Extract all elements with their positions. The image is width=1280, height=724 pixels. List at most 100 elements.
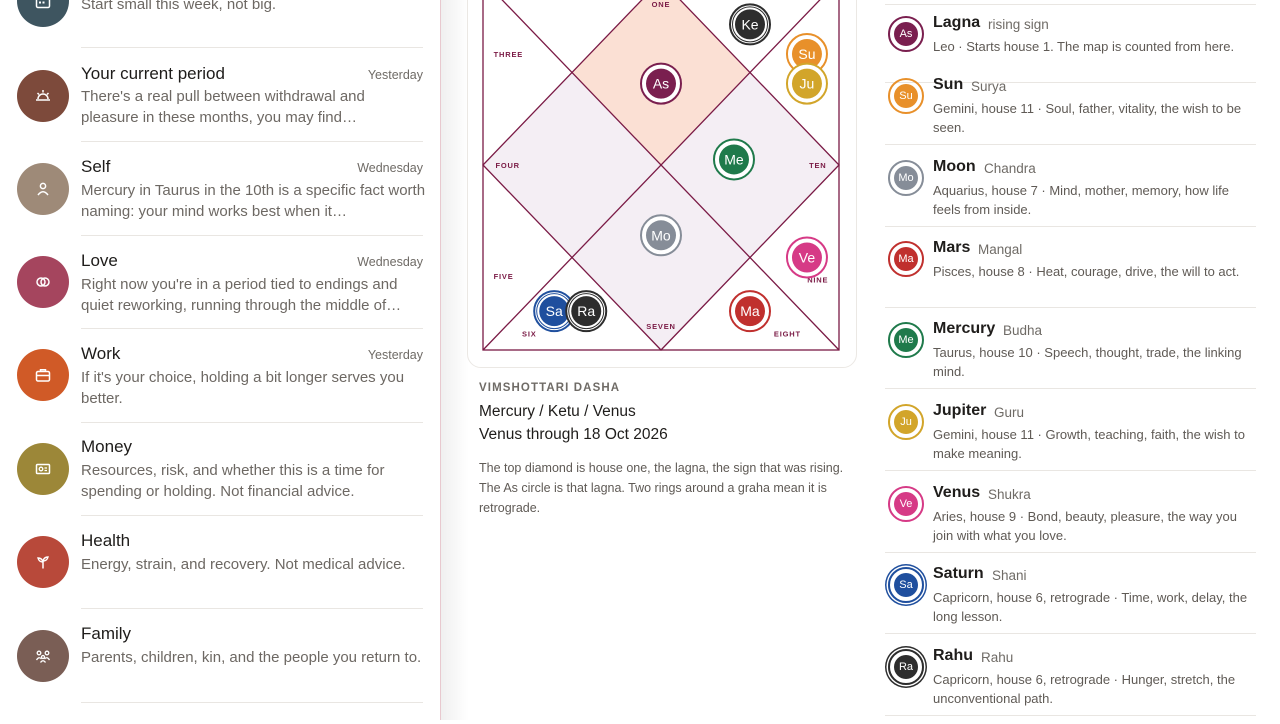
topic-period-body: There's a real pull between withdrawal a… bbox=[81, 88, 365, 126]
graha-description: Capricorn, house 6, retrograde · Hunger,… bbox=[933, 672, 1236, 706]
birth-chart: ONETWOTHREEFOURFIVESIXSEVENEIGHTNINETENE… bbox=[482, 0, 840, 351]
topic-money-body: Resources, risk, and whether this is a t… bbox=[81, 462, 385, 500]
topic-love-avatar bbox=[17, 256, 69, 308]
graha-abbr: Mo bbox=[894, 166, 918, 190]
topic-period-avatar bbox=[17, 70, 69, 122]
planet-label: As bbox=[653, 76, 669, 92]
graha-abbr: Sa bbox=[894, 573, 918, 597]
house-label-8: EIGHT bbox=[774, 329, 801, 338]
graha-abbr: Ra bbox=[894, 655, 918, 679]
topic-love-title: Love bbox=[81, 251, 118, 270]
list-divider bbox=[885, 388, 1256, 389]
list-divider bbox=[885, 144, 1256, 145]
topic-work-title: Work bbox=[81, 344, 121, 363]
topic-week-avatar bbox=[17, 0, 69, 27]
topic-self[interactable]: Self Wednesday Mercury in Taurus in the … bbox=[0, 142, 440, 236]
topic-work-avatar bbox=[17, 349, 69, 401]
topic-health[interactable]: Health Energy, strain, and recovery. Not… bbox=[0, 516, 440, 609]
house-label-3: THREE bbox=[494, 50, 523, 59]
graha-row-moon[interactable]: Mo Moon Chandra Aquarius, house 7 · Mind, m… bbox=[871, 153, 1280, 235]
house-label-6: SIX bbox=[522, 329, 537, 338]
graha-alt-name: Rahu bbox=[981, 650, 1014, 665]
graha-abbr: Su bbox=[894, 84, 918, 108]
topic-work-body: If it's your choice, holding a bit longe… bbox=[81, 369, 405, 407]
topic-period[interactable]: Your current period Yesterday There's a … bbox=[0, 49, 440, 142]
graha-row-saturn[interactable]: Sa Saturn Shani Capricorn, house 6, retrogr… bbox=[871, 560, 1280, 642]
graha-description: Leo · Starts house 1. The map is counted… bbox=[933, 39, 1235, 54]
house-label-5: FIVE bbox=[494, 272, 514, 281]
topic-period-date: Yesterday bbox=[367, 68, 423, 82]
planet-label: Ju bbox=[800, 76, 815, 92]
graha-row-sun[interactable]: Su Sun Surya Gemini, house 11 · Soul, fathe… bbox=[871, 71, 1280, 153]
graha-abbr: Ve bbox=[894, 492, 918, 516]
graha-description: Gemini, house 11 · Growth, teaching, fai… bbox=[933, 427, 1245, 461]
planet-ju: Ju bbox=[785, 62, 828, 105]
sprout-icon bbox=[37, 556, 49, 569]
list-divider bbox=[885, 470, 1256, 471]
list-divider bbox=[885, 307, 1256, 308]
topic-money-avatar bbox=[17, 443, 69, 495]
list-divider bbox=[885, 633, 1256, 634]
topic-divider bbox=[81, 702, 423, 703]
house-label-4: FOUR bbox=[495, 161, 519, 170]
sunrise-icon bbox=[36, 90, 50, 101]
graha-alt-name: rising sign bbox=[988, 17, 1049, 32]
topic-divider bbox=[81, 47, 423, 48]
graha-badge: Sa bbox=[888, 567, 924, 603]
graha-name: Mercury bbox=[933, 320, 996, 337]
chart-note: The top diamond is house one, the lagna,… bbox=[479, 461, 844, 515]
topic-family-avatar bbox=[17, 630, 69, 682]
graha-alt-name: Chandra bbox=[984, 161, 1036, 176]
graha-name: Rahu bbox=[933, 647, 973, 664]
graha-row-venus[interactable]: Ve Venus Shukra Aries, house 9 · Bond, beau… bbox=[871, 479, 1280, 561]
graha-alt-name: Guru bbox=[994, 405, 1025, 420]
graha-name: Sun bbox=[933, 76, 964, 93]
graha-alt-name: Budha bbox=[1003, 323, 1043, 338]
house-label-10: TEN bbox=[809, 161, 826, 170]
planet-label: Ve bbox=[799, 250, 816, 266]
topic-family-title: Family bbox=[81, 624, 132, 643]
graha-description: Gemini, house 11 · Soul, father, vitalit… bbox=[933, 101, 1242, 135]
planet-me: Me bbox=[712, 138, 755, 181]
money-icon bbox=[35, 463, 51, 475]
graha-description: Aquarius, house 7 · Mind, mother, memory… bbox=[933, 183, 1229, 217]
graha-description: Taurus, house 10 · Speech, thought, trad… bbox=[933, 345, 1242, 379]
list-divider bbox=[885, 715, 1256, 716]
house-label-12: TWELVE bbox=[764, 0, 800, 2]
briefcase-icon bbox=[35, 369, 51, 382]
planet-ma: Ma bbox=[729, 290, 771, 333]
graha-row-rahu[interactable]: Ra Rahu Rahu Capricorn, house 6, retrograde… bbox=[871, 642, 1280, 724]
graha-row-mars[interactable]: Ma Mars Mangal Pisces, house 8 · Heat, cour… bbox=[871, 234, 1280, 316]
graha-name: Moon bbox=[933, 158, 976, 175]
topic-work[interactable]: Work Yesterday If it's your choice, hold… bbox=[0, 329, 440, 423]
graha-badge: Ve bbox=[888, 486, 924, 522]
graha-row-jupiter[interactable]: Ju Jupiter Guru Gemini, house 11 · Growth, … bbox=[871, 397, 1280, 479]
graha-alt-name: Mangal bbox=[978, 242, 1023, 257]
topic-week[interactable]: Start small this week, not big. bbox=[0, 0, 440, 48]
list-divider bbox=[885, 552, 1256, 553]
graha-badge: As bbox=[888, 16, 924, 52]
rings-icon bbox=[36, 277, 50, 287]
graha-name: Lagna bbox=[933, 14, 981, 31]
calendar-icon bbox=[35, 0, 51, 9]
topic-family[interactable]: Family Parents, children, kin, and the p… bbox=[0, 609, 440, 703]
graha-abbr: Me bbox=[894, 328, 918, 352]
graha-abbr: Ma bbox=[894, 247, 918, 271]
graha-badge: Ju bbox=[888, 404, 924, 440]
topic-money[interactable]: Money Resources, risk, and whether this … bbox=[0, 422, 440, 516]
graha-name: Saturn bbox=[933, 565, 984, 582]
planet-mo: Mo bbox=[640, 214, 682, 257]
graha-row-mercury[interactable]: Me Mercury Budha Taurus, house 10 · Speech,… bbox=[871, 315, 1280, 397]
graha-description: Pisces, house 8 · Heat, courage, drive, … bbox=[933, 264, 1240, 279]
topic-work-date: Yesterday bbox=[367, 348, 423, 362]
topic-love[interactable]: Love Wednesday Right now you're in a per… bbox=[0, 236, 440, 329]
planet-ke: Ke bbox=[729, 3, 771, 46]
list-divider bbox=[885, 226, 1256, 227]
topic-period-title: Your current period bbox=[81, 64, 225, 83]
graha-badge: Me bbox=[888, 322, 924, 358]
topic-health-body: Energy, strain, and recovery. Not medica… bbox=[81, 556, 406, 573]
planet-label: Su bbox=[798, 46, 815, 62]
graha-name: Mars bbox=[933, 239, 971, 256]
topic-week-body: Start small this week, not big. bbox=[81, 0, 277, 13]
graha-description: Aries, house 9 · Bond, beauty, pleasure,… bbox=[933, 509, 1237, 543]
